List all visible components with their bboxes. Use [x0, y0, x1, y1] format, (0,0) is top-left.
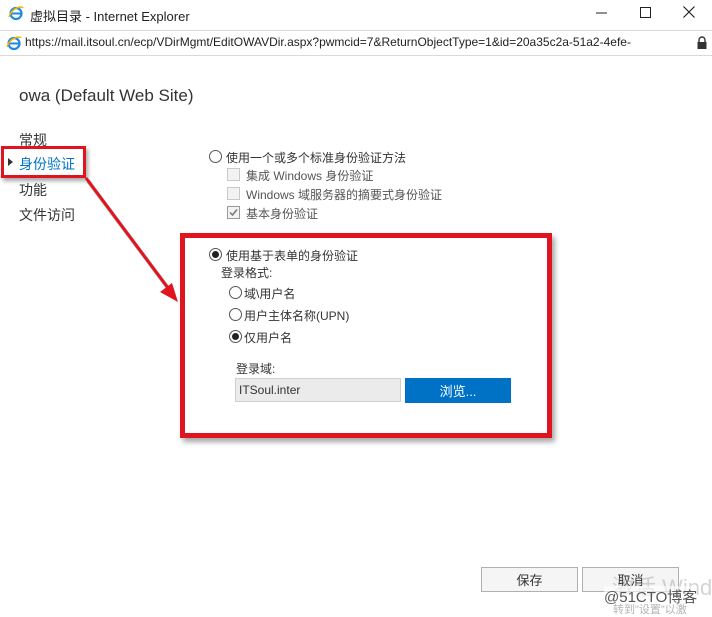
basic-auth-label: 基本身份验证	[246, 207, 319, 221]
nav-item-features[interactable]: 功能	[19, 180, 47, 200]
window-title: 虚拟目录 - Internet Explorer	[30, 9, 190, 24]
integrated-windows-checkbox[interactable]	[227, 168, 240, 181]
nav-highlight-box	[1, 146, 86, 178]
basic-auth-checkbox[interactable]	[227, 206, 240, 219]
digest-checkbox[interactable]	[227, 187, 240, 200]
integrated-windows-label: 集成 Windows 身份验证	[246, 169, 374, 183]
close-button[interactable]	[666, 0, 712, 28]
close-icon	[683, 5, 695, 23]
settings-watermark: 转到"设置"以激	[613, 604, 687, 616]
internet-explorer-icon	[8, 5, 24, 21]
save-button[interactable]: 保存	[481, 567, 578, 592]
minimize-button[interactable]	[578, 0, 624, 28]
nav-item-file-access[interactable]: 文件访问	[19, 205, 75, 225]
check-mark-icon	[229, 209, 238, 217]
minimize-icon	[595, 5, 607, 23]
page-title: owa (Default Web Site)	[19, 86, 194, 105]
page-icon	[6, 35, 22, 51]
digest-label: Windows 域服务器的摘要式身份验证	[246, 188, 443, 202]
standard-auth-radio[interactable]	[209, 150, 222, 163]
maximize-icon	[639, 5, 651, 23]
maximize-button[interactable]	[622, 0, 668, 28]
address-url[interactable]: https://mail.itsoul.cn/ecp/VDirMgmt/Edit…	[25, 35, 680, 49]
lock-icon	[696, 35, 708, 51]
address-bar[interactable]: https://mail.itsoul.cn/ecp/VDirMgmt/Edit…	[0, 30, 712, 56]
standard-auth-label: 使用一个或多个标准身份验证方法	[226, 151, 407, 165]
content-highlight-box	[180, 233, 552, 438]
title-bar: 虚拟目录 - Internet Explorer	[0, 0, 712, 28]
